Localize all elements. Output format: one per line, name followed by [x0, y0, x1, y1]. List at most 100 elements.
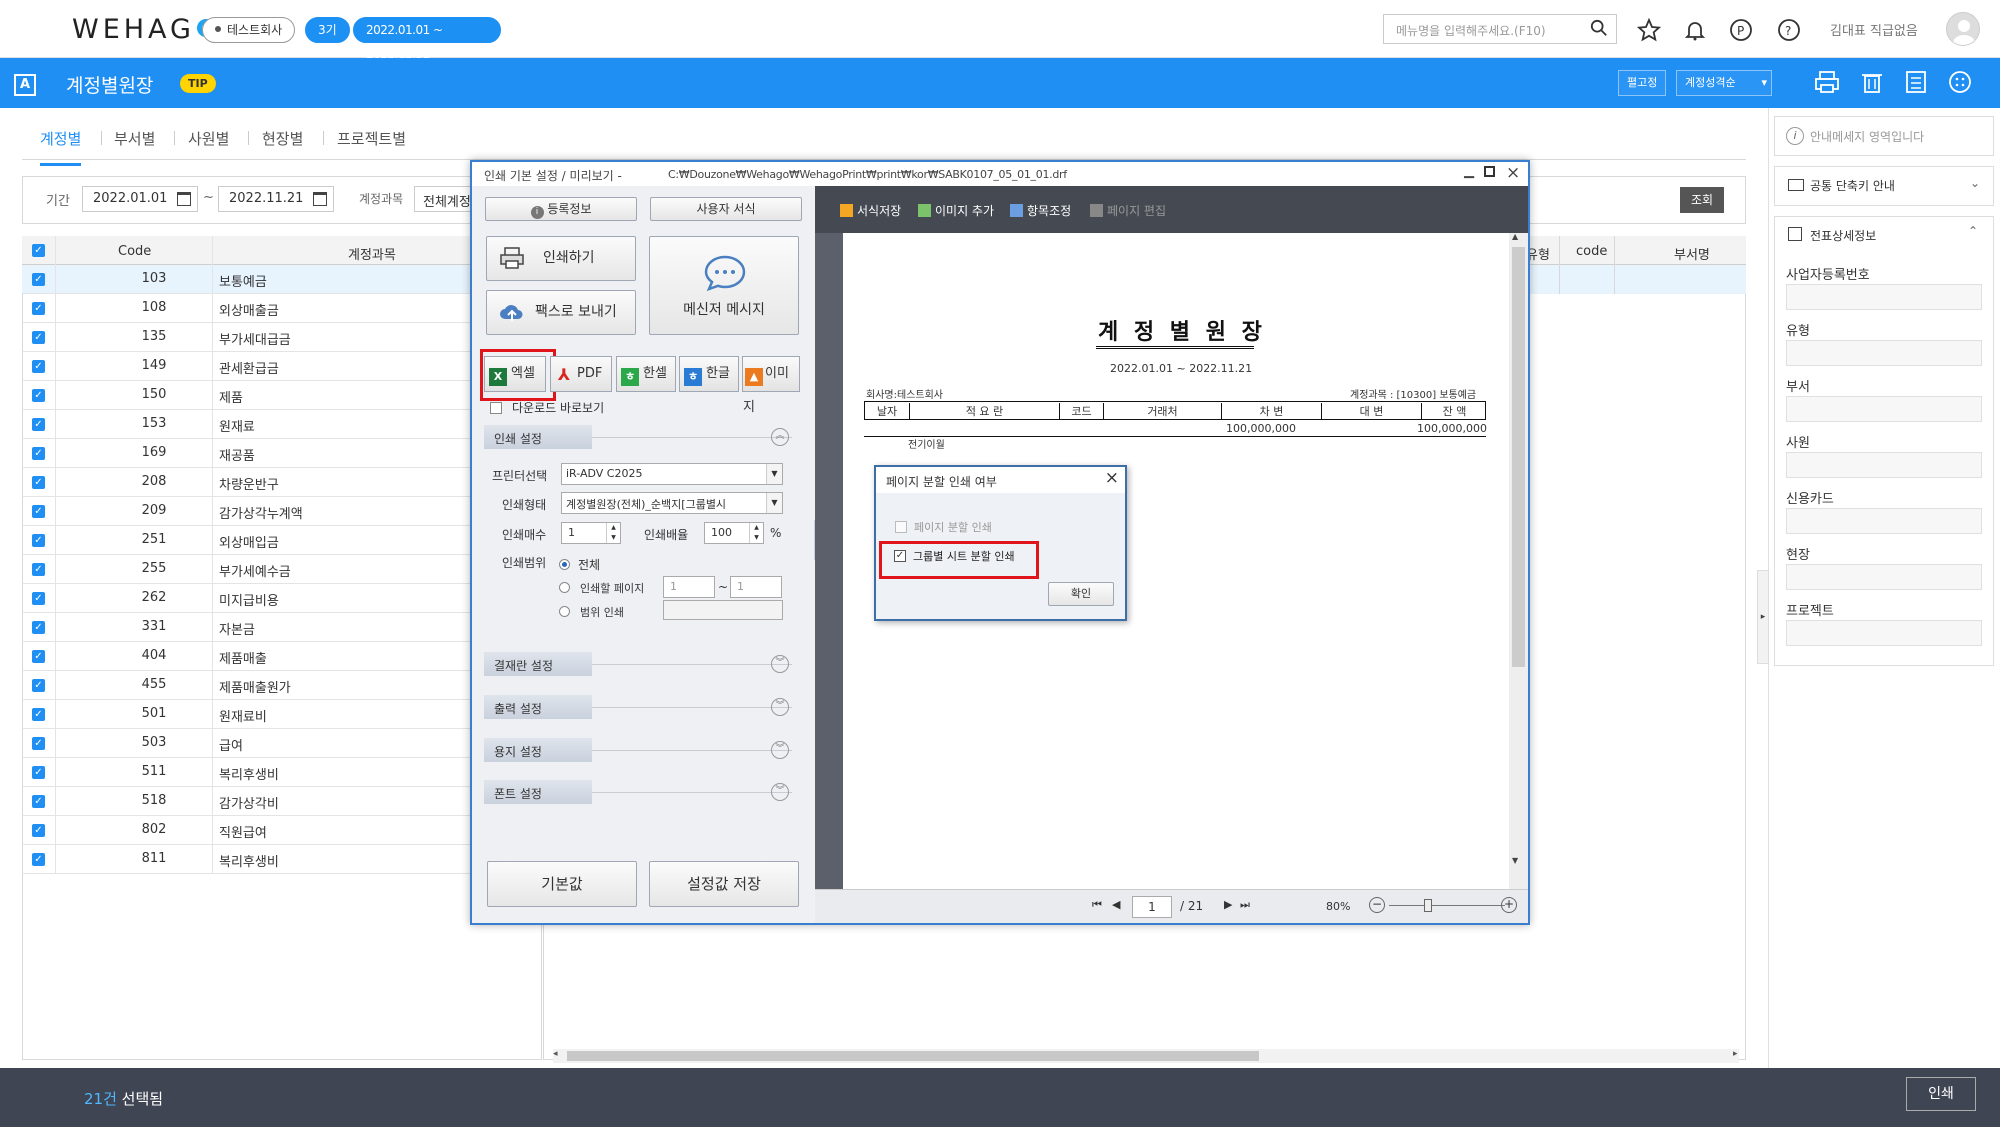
calculator-icon[interactable] [1902, 68, 1930, 96]
tab-site[interactable]: 현장별 [262, 128, 303, 163]
star-icon[interactable] [1637, 18, 1661, 42]
table-row[interactable]: ✓ 511 복리후생비 [22, 758, 542, 787]
next-page-icon[interactable]: ▶ [1224, 898, 1232, 911]
expand-down-icon[interactable]: ︾ [771, 698, 789, 716]
page-number-input[interactable]: 1 [1132, 896, 1172, 918]
maximize-icon[interactable] [1484, 166, 1495, 177]
trash-icon[interactable] [1858, 68, 1886, 96]
wehago-logo[interactable]: WEHAG [72, 14, 215, 45]
range-custom-input[interactable] [663, 600, 783, 620]
user-format-button[interactable]: 사용자 서식 [650, 197, 802, 221]
group-split-checkbox[interactable]: ✓ [894, 550, 906, 562]
table-row[interactable]: ✓ 135 부가세대급금 [22, 323, 542, 352]
scroll-right-icon[interactable]: ▸ [1733, 1049, 1738, 1059]
table-row[interactable]: ✓ 169 재공품 [22, 439, 542, 468]
user-name[interactable]: 김대표 직급없음 [1830, 20, 1918, 39]
detail-field-input[interactable] [1786, 396, 1982, 422]
range-custom-radio[interactable] [559, 606, 570, 617]
table-row[interactable]: ✓ 262 미지급비용 [22, 584, 542, 613]
menu-search-input[interactable]: 메뉴명을 입력해주세요.(F10) [1383, 14, 1617, 44]
table-row[interactable]: ✓ 255 부가세예수금 [22, 555, 542, 584]
column-code[interactable]: Code [118, 244, 151, 259]
page-edit-button[interactable]: 페이지 편집 [1090, 202, 1166, 219]
query-button[interactable]: 조회 [1680, 187, 1724, 213]
fix-button[interactable]: 펼고정 [1618, 70, 1667, 96]
default-button[interactable]: 기본값 [487, 861, 637, 907]
zoom-in-icon[interactable]: + [1501, 897, 1517, 913]
range-from-spinner[interactable]: 1 [663, 576, 715, 598]
tab-account[interactable]: 계정별 [40, 128, 82, 166]
confirm-button[interactable]: 확인 [1048, 582, 1114, 606]
close-icon[interactable]: × [1506, 163, 1520, 183]
column-account[interactable]: 계정과목 [348, 244, 396, 263]
points-icon[interactable]: P [1729, 18, 1753, 42]
scrollbar-thumb[interactable] [567, 1051, 1259, 1061]
zoom-out-icon[interactable]: − [1369, 897, 1385, 913]
expand-down-icon[interactable]: ︾ [771, 783, 789, 801]
scroll-down-icon[interactable]: ▼ [1512, 856, 1518, 865]
save-format-button[interactable]: 서식저장 [840, 202, 901, 219]
sort-order-select[interactable]: 계정성격순 ▾ [1676, 70, 1772, 96]
table-row[interactable]: ✓ 503 급여 [22, 729, 542, 758]
calendar-icon[interactable] [313, 192, 327, 206]
close-icon[interactable]: × [1105, 468, 1119, 488]
hancell-export-button[interactable]: ㅎ 한셀 [616, 356, 676, 392]
detail-field-input[interactable] [1786, 508, 1982, 534]
collapse-up-icon[interactable]: ︽ [771, 428, 789, 446]
printer-select[interactable]: iR-ADV C2025 ▼ [561, 463, 783, 485]
download-view-checkbox[interactable] [490, 402, 502, 414]
scale-spinner[interactable]: 100 ▲ ▼ [704, 522, 764, 544]
table-row[interactable]: ✓ 209 감가상각누계액 [22, 497, 542, 526]
range-pages-radio[interactable] [559, 582, 570, 593]
add-image-button[interactable]: 이미지 추가 [918, 202, 994, 219]
table-row[interactable]: ✓ 108 외상매출금 [22, 294, 542, 323]
account-select[interactable]: 전체계정 [414, 186, 474, 212]
tab-employee[interactable]: 사원별 [188, 128, 229, 163]
table-row[interactable]: ✓ 251 외상매입금 [22, 526, 542, 555]
print-form-select[interactable]: 계정별원장(전체)_순백지[그룹별시 ▼ [561, 492, 783, 514]
adjust-items-button[interactable]: 항목조정 [1010, 202, 1071, 219]
scrollbar-thumb[interactable] [1512, 247, 1525, 667]
save-settings-button[interactable]: 설정값 저장 [649, 861, 799, 907]
date-from-input[interactable]: 2022.01.01 [82, 186, 198, 212]
table-row[interactable]: ✓ 149 관세환급금 [22, 352, 542, 381]
section-approval[interactable]: 결재란 설정 [484, 652, 592, 676]
detail-field-input[interactable] [1786, 284, 1982, 310]
table-row[interactable]: ✓ 153 원재료 [22, 410, 542, 439]
table-row[interactable]: ✓ 802 직원급여 [22, 816, 542, 845]
tab-department[interactable]: 부서별 [114, 128, 155, 163]
search-icon[interactable] [1590, 19, 1608, 37]
detail-field-input[interactable] [1786, 340, 1982, 366]
help-icon[interactable]: ? [1777, 18, 1801, 42]
tab-project[interactable]: 프로젝트별 [337, 128, 406, 163]
copies-spinner[interactable]: 1 ▲ ▼ [561, 522, 621, 544]
range-all-radio[interactable] [559, 559, 570, 570]
pdf-export-button[interactable]: ⅄ PDF [550, 356, 612, 392]
avatar[interactable] [1946, 12, 1980, 46]
table-row[interactable]: ✓ 518 감가상각비 [22, 787, 542, 816]
popup-title-bar[interactable]: 페이지 분할 인쇄 여부 × [876, 467, 1125, 493]
register-info-button[interactable]: i 등록정보 [485, 197, 637, 221]
first-page-icon[interactable]: ⏮ [1092, 898, 1102, 912]
zoom-slider-handle[interactable] [1424, 899, 1432, 912]
chevron-up-icon[interactable]: ⌃ [1968, 224, 1978, 238]
expand-down-icon[interactable]: ︾ [771, 741, 789, 759]
range-to-spinner[interactable]: 1 [730, 576, 782, 598]
print-now-button[interactable]: 인쇄하기 [486, 236, 636, 281]
period-badge[interactable]: 3기 [305, 17, 350, 43]
table-row[interactable]: ✓ 501 원재료비 [22, 700, 542, 729]
column-department[interactable]: 부서명 [1674, 244, 1710, 263]
scroll-left-icon[interactable]: ◂ [553, 1049, 558, 1059]
detail-field-input[interactable] [1786, 452, 1982, 478]
section-print-settings[interactable]: 인쇄 설정 [484, 425, 592, 449]
column-code[interactable]: code [1576, 244, 1607, 259]
table-row[interactable]: ✓ 811 복리후생비 [22, 845, 542, 874]
detail-field-input[interactable] [1786, 564, 1982, 590]
more-menu-icon[interactable] [1946, 68, 1974, 96]
page-split-checkbox[interactable] [895, 521, 907, 533]
table-row[interactable]: ✓ 150 제품 [22, 381, 542, 410]
bell-icon[interactable] [1683, 18, 1707, 42]
last-page-icon[interactable]: ⏭ [1240, 898, 1250, 912]
zoom-slider[interactable] [1389, 905, 1505, 906]
send-fax-button[interactable]: 팩스로 보내기 [486, 290, 636, 335]
